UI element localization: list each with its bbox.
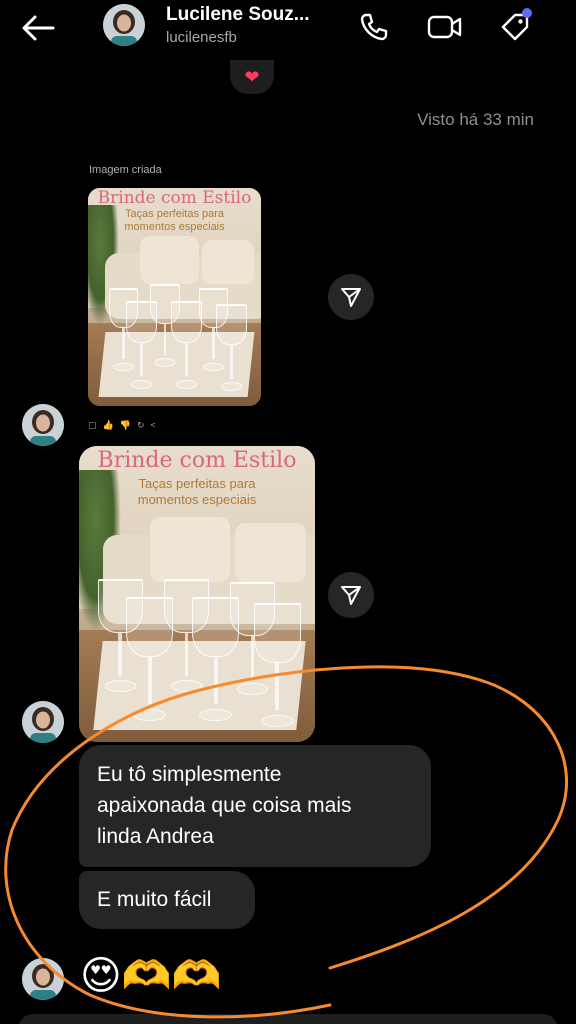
- message-bubble[interactable]: E muito fácil: [79, 871, 255, 929]
- heart-reaction[interactable]: ❤: [230, 60, 274, 94]
- copy-icon[interactable]: ▢: [88, 420, 97, 431]
- avatar[interactable]: [22, 958, 64, 1000]
- share-button-2[interactable]: [328, 572, 374, 618]
- video-camera-icon: [427, 15, 462, 39]
- emoji-message[interactable]: 😍🫶🫶: [80, 952, 221, 1000]
- thumbs-down-icon[interactable]: 👎: [120, 420, 131, 431]
- ad-subtitle: Taças perfeitas para momentos especiais: [124, 208, 225, 234]
- send-icon: [341, 288, 361, 307]
- thumbs-up-icon[interactable]: 👍: [103, 420, 114, 431]
- send-icon: [341, 586, 361, 605]
- message-composer[interactable]: [18, 1014, 558, 1024]
- ad-title: Brinde com Estilo: [97, 448, 297, 473]
- message-bubble[interactable]: Eu tô simplesmente apaixonada que coisa …: [79, 745, 431, 867]
- ad-subtitle: Taças perfeitas para momentos especiais: [137, 476, 257, 507]
- share-icon[interactable]: <: [151, 420, 156, 431]
- back-button[interactable]: [18, 10, 58, 46]
- arrow-left-icon: [22, 15, 55, 41]
- heart-icon: ❤: [244, 66, 260, 87]
- contact-name[interactable]: Lucilene Souz...: [166, 4, 310, 26]
- phone-icon: [360, 13, 388, 41]
- generated-image-label: Imagem criada: [89, 164, 162, 176]
- seen-status: Visto há 33 min: [417, 110, 534, 129]
- share-button-1[interactable]: [328, 274, 374, 320]
- video-call-button[interactable]: [426, 8, 464, 46]
- avatar[interactable]: [22, 701, 64, 743]
- call-button[interactable]: [355, 8, 393, 46]
- contact-username[interactable]: lucilenesfb: [166, 29, 237, 46]
- ad-title: Brinde com Estilo: [97, 188, 252, 208]
- generated-image-2[interactable]: Brinde com Estilo Taças perfeitas para m…: [79, 446, 315, 742]
- ai-tools-row: ▢ 👍 👎 ↻ <: [88, 420, 156, 431]
- avatar[interactable]: [22, 404, 64, 446]
- notification-dot: [522, 8, 532, 18]
- refresh-icon[interactable]: ↻: [137, 420, 145, 431]
- contact-avatar[interactable]: [103, 4, 145, 46]
- chat-header: Lucilene Souz... lucilenesfb: [0, 0, 576, 56]
- generated-image-1[interactable]: Brinde com Estilo Taças perfeitas para m…: [88, 188, 261, 406]
- tag-button[interactable]: [496, 8, 534, 46]
